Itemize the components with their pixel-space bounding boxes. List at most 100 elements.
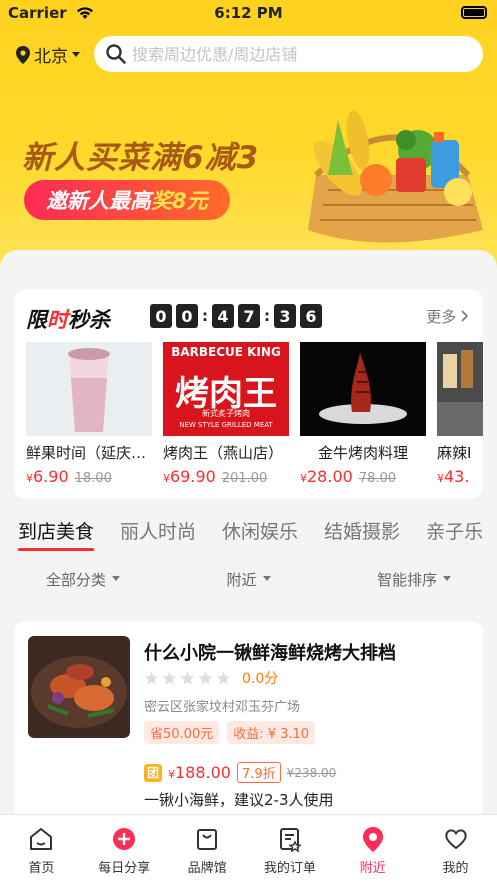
countdown-digit: 6	[300, 304, 322, 328]
tabbar-brand-hall[interactable]: 品牌馆	[166, 815, 249, 883]
countdown-digit: 0	[176, 304, 198, 328]
tabbar-orders[interactable]: 我的订单	[248, 815, 331, 883]
income-tag: 收益: ¥ 3.10	[227, 721, 316, 744]
product-image	[26, 342, 152, 436]
rating-score: 0.0分	[242, 671, 279, 687]
clock: 6:12 PM	[214, 4, 283, 22]
more-link[interactable]: 更多	[426, 306, 469, 327]
plus-circle-icon	[113, 828, 136, 850]
currency: ¥	[26, 472, 33, 485]
shopping-bag-icon	[197, 829, 218, 850]
tab-food[interactable]: 到店美食	[18, 505, 95, 555]
store-thumbnail	[28, 636, 130, 738]
pill-highlight: 奖8元	[151, 189, 208, 213]
category-tabs: 到店美食 丽人时尚 休闲娱乐 结婚摄影 亲子乐	[0, 505, 497, 555]
tabbar-label: 我的订单	[263, 861, 316, 876]
deal-price: ¥188.00	[168, 763, 231, 782]
search-input[interactable]	[132, 44, 462, 64]
price-value: 69.90	[170, 467, 216, 486]
group-buy-badge: 团	[144, 763, 162, 782]
countdown-colon: :	[202, 307, 208, 325]
countdown-timer: 0 0 : 4 7 : 3 6	[150, 304, 322, 328]
location-pin-icon	[16, 45, 30, 64]
title-part: 限	[26, 308, 47, 332]
currency: ¥	[437, 472, 444, 485]
grocery-basket-illustration	[308, 110, 483, 243]
filter-label: 全部分类	[45, 571, 106, 589]
rating-stars: 0.0分	[144, 668, 278, 688]
bottom-tab-bar: 首页 每日分享 品牌馆 我的订单 附近 我的	[0, 814, 497, 883]
product-name: 鲜果时间（延庆…	[26, 444, 147, 462]
flash-sale-title: 限时秒杀	[26, 304, 110, 334]
store-tags: 省50.00元 收益: ¥ 3.10	[144, 721, 316, 744]
product-card[interactable]: 金牛烤肉料理 ¥28.00 78.00	[300, 342, 426, 486]
price-value: 6.90	[33, 467, 69, 486]
tabbar-nearby[interactable]: 附近	[331, 815, 414, 883]
product-card[interactable]: 麻辣I ¥43.	[437, 342, 483, 486]
chevron-down-icon	[262, 576, 271, 581]
countdown-digit: 0	[150, 304, 172, 328]
discount-badge: 7.9折	[236, 762, 281, 783]
tab-leisure[interactable]: 休闲娱乐	[222, 505, 298, 555]
sign-en: NEW STYLE GRILLED MEAT	[179, 421, 273, 429]
city-selector[interactable]: 北京	[16, 42, 80, 67]
sign-top: BARBECUE KING	[171, 345, 281, 359]
product-image	[300, 342, 426, 436]
bubble-tea-image	[26, 342, 152, 436]
title-part: 秒杀	[68, 308, 110, 332]
star-icon	[180, 671, 195, 684]
tabbar-label: 品牌馆	[187, 861, 227, 876]
store-name: 什么小院一锹鲜海鲜烧烤大排档	[144, 643, 396, 664]
tab-wedding[interactable]: 结婚摄影	[324, 505, 400, 555]
promo-banner[interactable]: 新人买菜满6减3 邀新人最高 奖8元	[0, 80, 497, 250]
product-price: ¥69.90 201.00	[163, 467, 289, 486]
product-name: 金牛烤肉料理	[317, 444, 408, 462]
countdown-colon: :	[264, 307, 270, 325]
tabbar-label: 我的	[442, 861, 469, 876]
filter-distance[interactable]: 附近	[166, 556, 332, 604]
product-image	[437, 342, 483, 436]
battery-icon	[461, 6, 487, 19]
seafood-dish-image	[28, 636, 130, 738]
search-bar[interactable]	[94, 36, 483, 72]
title-part-red: 时	[47, 308, 68, 332]
store-address: 密云区张家坟村邓玉芬广场	[144, 700, 301, 715]
tabbar-me[interactable]: 我的	[414, 815, 497, 883]
price-value: 28.00	[307, 467, 353, 486]
product-price: ¥43.	[437, 467, 483, 486]
filter-sort[interactable]: 智能排序	[331, 556, 497, 604]
more-label: 更多	[426, 308, 457, 326]
chevron-down-icon	[443, 576, 452, 581]
countdown-digit: 4	[212, 304, 234, 328]
tab-beauty[interactable]: 丽人时尚	[120, 505, 196, 555]
tabbar-label: 附近	[359, 861, 386, 876]
original-price: ¥238.00	[286, 765, 337, 780]
filter-label: 附近	[226, 571, 257, 589]
star-icon	[162, 671, 177, 684]
product-name: 烤肉王（燕山店）	[163, 444, 284, 462]
price-value: 43.	[444, 467, 470, 486]
currency: ¥	[163, 472, 170, 485]
star-icon	[216, 671, 231, 684]
store-card[interactable]: 什么小院一锹鲜海鲜烧烤大排档 0.0分 密云区张家坟村邓玉芬广场 省50.00元…	[14, 622, 483, 822]
heart-icon	[444, 829, 467, 849]
grilled-meat-image	[300, 342, 426, 436]
filter-label: 智能排序	[377, 571, 438, 589]
tabbar-daily-share[interactable]: 每日分享	[83, 815, 166, 883]
old-price: 18.00	[74, 471, 112, 486]
filter-category[interactable]: 全部分类	[0, 556, 166, 604]
deal-description: 一锹小海鲜，建议2-3人使用	[144, 791, 334, 809]
filter-bar: 全部分类 附近 智能排序	[0, 556, 497, 604]
tab-family[interactable]: 亲子乐	[426, 505, 483, 555]
tabbar-label: 首页	[28, 861, 55, 876]
invite-pill[interactable]: 邀新人最高 奖8元	[24, 180, 230, 220]
search-icon	[106, 44, 126, 64]
tabbar-home[interactable]: 首页	[0, 815, 83, 883]
product-card[interactable]: BARBECUE KING 烤肉王 新式炙子烤肉 NEW STYLE GRILL…	[163, 342, 289, 486]
group-deal[interactable]: 团 ¥188.00 7.9折 ¥238.00	[144, 762, 336, 783]
price-value: 188.00	[175, 763, 231, 782]
flash-sale-card: 限时秒杀 0 0 : 4 7 : 3 6 更多 鲜果时间（延庆… ¥6.90 18…	[14, 289, 483, 499]
star-icon	[198, 671, 213, 684]
countdown-digit: 7	[238, 304, 260, 328]
product-card[interactable]: 鲜果时间（延庆… ¥6.90 18.00	[26, 342, 152, 486]
